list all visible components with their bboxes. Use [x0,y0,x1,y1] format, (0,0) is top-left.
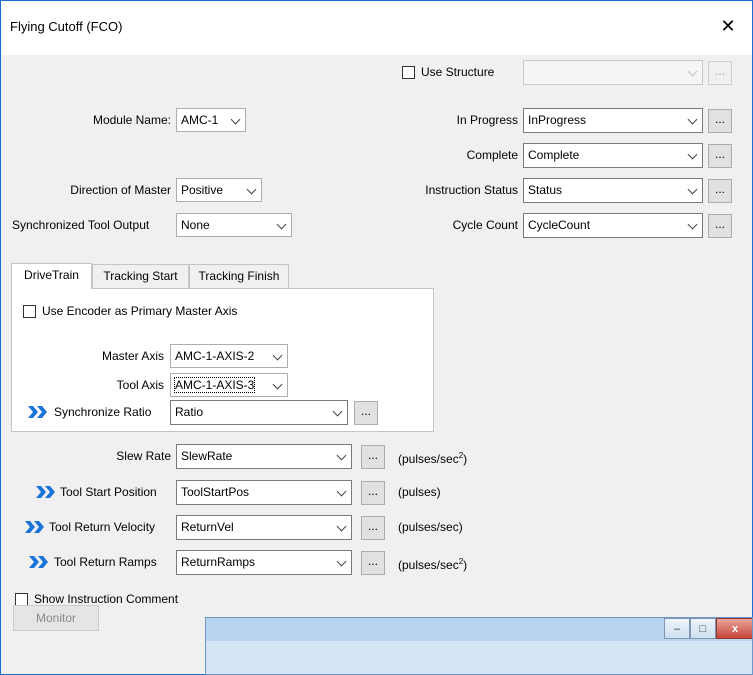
slew-rate-label: Slew Rate [116,449,171,463]
tool-start-position-combo[interactable]: ToolStartPos [176,480,352,505]
tab-tracking-start[interactable]: Tracking Start [92,264,189,288]
double-chevron-icon[interactable] [36,485,58,499]
direction-of-master-value: Positive [181,183,224,197]
tool-return-ramps-browse-button[interactable]: ... [361,551,385,575]
window-close-button[interactable]: x [716,618,752,639]
tool-return-ramps-value: ReturnRamps [181,555,256,569]
background-window-toolbar [206,641,752,674]
chevron-down-icon [336,556,347,567]
drivetrain-panel: Use Encoder as Primary Master Axis Maste… [11,288,434,432]
tool-return-ramps-unit: (pulses/sec2) [398,557,468,572]
chevron-down-icon [336,486,347,497]
double-chevron-icon[interactable] [29,555,51,569]
tool-axis-label: Tool Axis [116,378,164,392]
complete-value: Complete [528,148,580,162]
double-chevron-icon[interactable] [25,520,47,534]
tool-axis-value: AMC-1-AXIS-3 [173,377,256,393]
tool-return-ramps-combo[interactable]: ReturnRamps [176,550,352,575]
complete-browse-button[interactable]: ... [708,144,732,168]
use-encoder-checkbox[interactable] [23,305,36,318]
sync-tool-output-label: Synchronized Tool Output [12,218,150,232]
tool-return-velocity-unit: (pulses/sec) [398,520,463,534]
module-name-label: Module Name: [92,113,171,127]
tab-tracking-finish[interactable]: Tracking Finish [189,264,289,288]
instruction-status-browse-button[interactable]: ... [708,179,732,203]
close-icon: x [731,623,739,635]
tool-axis-combo[interactable]: AMC-1-AXIS-3 [170,373,288,397]
close-icon: ✕ [720,16,736,36]
chevron-down-icon [687,184,698,195]
sync-tool-output-combo[interactable]: None [176,213,292,237]
sync-ratio-combo[interactable]: Ratio [170,400,348,425]
minimize-button[interactable]: – [664,618,690,639]
cycle-count-browse-button[interactable]: ... [708,214,732,238]
tool-return-velocity-value: ReturnVel [181,520,234,534]
use-structure-combo[interactable] [523,60,703,85]
title-bar[interactable]: Flying Cutoff (FCO) ✕ [1,1,752,55]
fco-dialog: Flying Cutoff (FCO) ✕ Use Structure ... … [0,0,753,675]
chevron-down-icon [332,406,343,417]
instruction-status-combo[interactable]: Status [523,178,703,203]
use-encoder-label: Use Encoder as Primary Master Axis [42,304,238,318]
direction-of-master-combo[interactable]: Positive [176,178,262,202]
cycle-count-label: Cycle Count [452,218,518,232]
slew-rate-browse-button[interactable]: ... [361,445,385,469]
tab-drivetrain[interactable]: DriveTrain [11,263,92,289]
maximize-icon: □ [699,623,707,635]
in-progress-browse-button[interactable]: ... [708,109,732,133]
direction-of-master-label: Direction of Master [70,183,171,197]
chevron-down-icon [687,66,698,77]
tool-return-velocity-combo[interactable]: ReturnVel [176,515,352,540]
maximize-button[interactable]: □ [690,618,716,639]
chevron-down-icon [687,149,698,160]
cycle-count-combo[interactable]: CycleCount [523,213,703,238]
use-structure-label: Use Structure [421,65,495,79]
chevron-down-icon [687,114,698,125]
chevron-down-icon [272,379,283,390]
master-axis-combo[interactable]: AMC-1-AXIS-2 [170,344,288,368]
tool-start-position-browse-button[interactable]: ... [361,481,385,505]
tool-start-position-value: ToolStartPos [181,485,250,499]
in-progress-label: In Progress [456,113,518,127]
complete-label: Complete [466,148,518,162]
double-chevron-icon[interactable] [28,405,50,419]
slew-rate-value: SlewRate [181,449,233,463]
instruction-status-value: Status [528,183,563,197]
in-progress-combo[interactable]: InProgress [523,108,703,133]
background-window: – □ x [205,617,753,675]
complete-combo[interactable]: Complete [523,143,703,168]
in-progress-value: InProgress [528,113,587,127]
cycle-count-value: CycleCount [528,218,591,232]
sync-ratio-label: Synchronize Ratio [54,405,152,419]
sync-ratio-browse-button[interactable]: ... [354,401,378,425]
close-button[interactable]: ✕ [713,13,743,39]
instruction-status-label: Instruction Status [425,183,518,197]
slew-rate-combo[interactable]: SlewRate [176,444,352,469]
minimize-icon: – [673,623,681,635]
chevron-down-icon [230,114,241,125]
chevron-down-icon [687,219,698,230]
module-name-combo[interactable]: AMC-1 [176,108,246,132]
tool-start-position-label: Tool Start Position [60,485,157,499]
sync-tool-output-value: None [181,218,210,232]
chevron-down-icon [336,450,347,461]
tool-return-ramps-label: Tool Return Ramps [54,555,157,569]
dialog-title: Flying Cutoff (FCO) [10,19,123,34]
tool-return-velocity-label: Tool Return Velocity [49,520,156,534]
use-structure-browse-button[interactable]: ... [708,61,732,85]
tab-control: DriveTrain Tracking Start Tracking Finis… [11,263,434,432]
use-structure-checkbox[interactable] [402,66,415,79]
master-axis-value: AMC-1-AXIS-2 [175,349,255,363]
tool-return-velocity-browse-button[interactable]: ... [361,516,385,540]
chevron-down-icon [272,350,283,361]
monitor-button[interactable]: Monitor [13,605,99,631]
module-name-value: AMC-1 [181,113,219,127]
chevron-down-icon [246,184,257,195]
sync-ratio-value: Ratio [175,405,204,419]
master-axis-label: Master Axis [101,349,164,363]
tool-start-position-unit: (pulses) [398,485,441,499]
slew-rate-unit: (pulses/sec2) [398,451,468,466]
chevron-down-icon [276,219,287,230]
chevron-down-icon [336,521,347,532]
